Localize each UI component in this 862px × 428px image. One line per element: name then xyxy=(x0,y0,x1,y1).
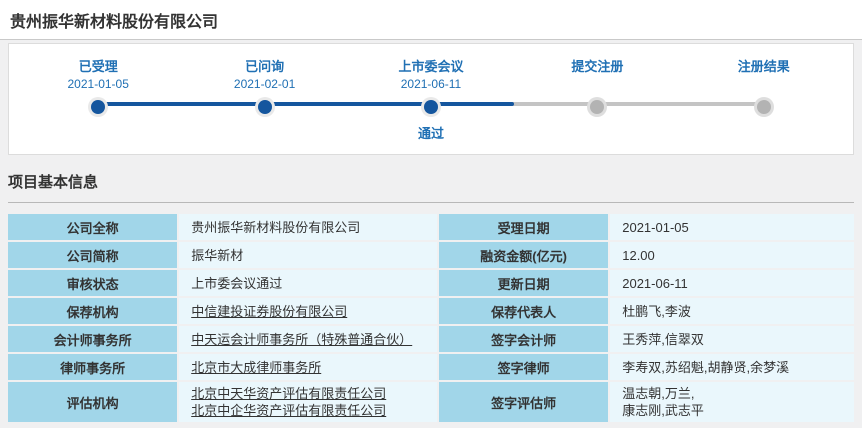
info-label: 保荐机构 xyxy=(8,298,177,324)
stage-date: 2021-02-01 xyxy=(181,77,347,93)
stage-dot xyxy=(424,100,438,114)
info-value: 北京市大成律师事务所 xyxy=(179,354,437,380)
stage-date xyxy=(681,77,847,93)
timeline-stage-inquired: 已问询 2021-02-01 xyxy=(181,56,347,142)
info-label: 签字评估师 xyxy=(439,382,608,422)
info-value: 杜鹏飞,李波 xyxy=(610,298,854,324)
timeline-stages: 已受理 2021-01-05 已问询 2021-02-01 上市委会议 2021… xyxy=(9,44,853,142)
info-value: 中信建投证券股份有限公司 xyxy=(179,298,437,324)
stage-dot xyxy=(258,100,272,114)
stage-label: 已问询 xyxy=(181,56,347,75)
info-value: 上市委会议通过 xyxy=(179,270,437,296)
info-value: 2021-06-11 xyxy=(610,270,854,296)
stage-label: 注册结果 xyxy=(681,56,847,75)
table-row: 公司全称贵州振华新材料股份有限公司受理日期2021-01-05 xyxy=(8,214,854,240)
stage-dot xyxy=(91,100,105,114)
info-label: 受理日期 xyxy=(439,214,608,240)
info-link[interactable]: 中天运会计师事务所（特殊普通合伙） xyxy=(191,332,412,347)
stage-label: 提交注册 xyxy=(514,56,680,75)
info-label: 保荐代表人 xyxy=(439,298,608,324)
table-row: 会计师事务所中天运会计师事务所（特殊普通合伙） 签字会计师王秀萍,信翠双 xyxy=(8,326,854,352)
stage-dot xyxy=(590,100,604,114)
timeline-stage-submit-registration: 提交注册 xyxy=(514,56,680,142)
stage-note xyxy=(15,123,181,139)
table-row: 律师事务所北京市大成律师事务所 签字律师李寿双,苏绍魁,胡静贤,余梦溪 xyxy=(8,354,854,380)
info-value: 12.00 xyxy=(610,242,854,268)
info-label: 评估机构 xyxy=(8,382,177,422)
timeline-stage-accepted: 已受理 2021-01-05 xyxy=(15,56,181,142)
info-value: 中天运会计师事务所（特殊普通合伙） xyxy=(179,326,437,352)
info-label: 审核状态 xyxy=(8,270,177,296)
stage-note xyxy=(181,123,347,139)
info-value: 2021-01-05 xyxy=(610,214,854,240)
info-value: 振华新材 xyxy=(179,242,437,268)
stage-label: 已受理 xyxy=(15,56,181,75)
info-value: 王秀萍,信翠双 xyxy=(610,326,854,352)
page: 贵州振华新材料股份有限公司 已受理 2021-01-05 已问询 2021-02… xyxy=(0,0,862,424)
stage-date: 2021-01-05 xyxy=(15,77,181,93)
info-link[interactable]: 北京中天华资产评估有限责任公司 xyxy=(191,386,386,401)
title-bar: 贵州振华新材料股份有限公司 xyxy=(0,0,862,40)
section-heading: 项目基本信息 xyxy=(8,155,854,203)
info-link[interactable]: 北京中企华资产评估有限责任公司 xyxy=(191,403,386,418)
stage-note-passed: 通过 xyxy=(348,123,514,142)
stage-date: 2021-06-11 xyxy=(348,77,514,93)
timeline-card: 已受理 2021-01-05 已问询 2021-02-01 上市委会议 2021… xyxy=(8,43,854,155)
stage-dot xyxy=(757,100,771,114)
info-value: 李寿双,苏绍魁,胡静贤,余梦溪 xyxy=(610,354,854,380)
timeline-stage-committee-meeting: 上市委会议 2021-06-11 通过 xyxy=(348,56,514,142)
info-value: 北京中天华资产评估有限责任公司北京中企华资产评估有限责任公司 xyxy=(179,382,437,422)
info-value: 温志朝,万兰,康志刚,武志平 xyxy=(610,382,854,422)
info-label: 更新日期 xyxy=(439,270,608,296)
info-label: 律师事务所 xyxy=(8,354,177,380)
timeline-stage-registration-result: 注册结果 xyxy=(681,56,847,142)
stage-label: 上市委会议 xyxy=(348,56,514,75)
info-label: 公司全称 xyxy=(8,214,177,240)
info-label: 公司简称 xyxy=(8,242,177,268)
info-link[interactable]: 中信建投证券股份有限公司 xyxy=(191,304,347,319)
info-label: 会计师事务所 xyxy=(8,326,177,352)
info-label: 签字律师 xyxy=(439,354,608,380)
table-row: 公司简称振华新材融资金额(亿元)12.00 xyxy=(8,242,854,268)
stage-note xyxy=(681,123,847,139)
page-title: 贵州振华新材料股份有限公司 xyxy=(10,8,218,32)
table-row: 评估机构北京中天华资产评估有限责任公司北京中企华资产评估有限责任公司签字评估师温… xyxy=(8,382,854,422)
info-label: 融资金额(亿元) xyxy=(439,242,608,268)
info-label: 签字会计师 xyxy=(439,326,608,352)
section-title: 项目基本信息 xyxy=(8,171,854,192)
stage-note xyxy=(514,123,680,139)
stage-date xyxy=(514,77,680,93)
info-value: 贵州振华新材料股份有限公司 xyxy=(179,214,437,240)
info-link[interactable]: 北京市大成律师事务所 xyxy=(191,360,321,375)
table-row: 保荐机构中信建投证券股份有限公司 保荐代表人杜鹏飞,李波 xyxy=(8,298,854,324)
info-table: 公司全称贵州振华新材料股份有限公司受理日期2021-01-05公司简称振华新材融… xyxy=(6,212,856,424)
table-row: 审核状态上市委会议通过更新日期2021-06-11 xyxy=(8,270,854,296)
